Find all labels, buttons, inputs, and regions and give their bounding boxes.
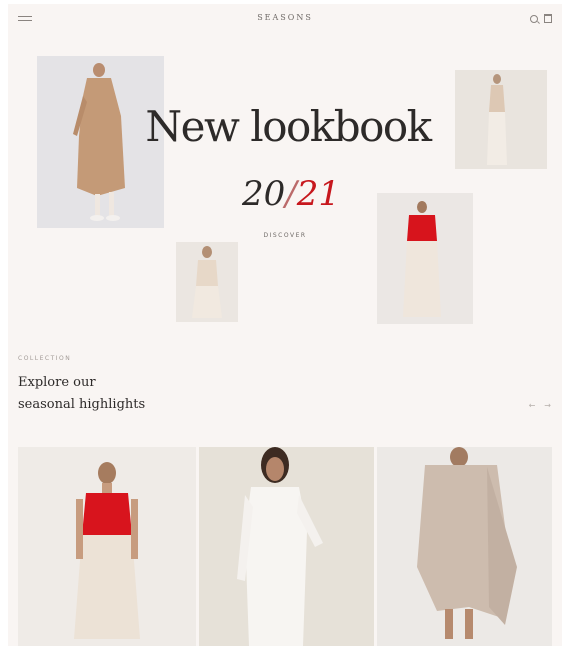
product-card-red-top[interactable] [18, 447, 196, 646]
section-eyebrow: Collection [18, 355, 72, 362]
slider-prev-button[interactable]: ← [529, 401, 537, 410]
slider-nav: ← → [529, 401, 552, 410]
search-icon[interactable] [530, 14, 538, 23]
hero-photo-red-top[interactable] [377, 193, 473, 324]
shopping-bag-icon[interactable] [544, 14, 552, 23]
page: SEASONS New lookbook 20/21 DISCOVER COLL… [8, 4, 562, 646]
top-bar: SEASONS [8, 4, 562, 34]
hero-year: 20/21 [226, 174, 356, 214]
product-card-white-dress[interactable] [199, 447, 374, 646]
hero-year-slash: / [285, 174, 297, 214]
hero-photo-cream-outfit[interactable] [455, 70, 547, 169]
highlight-cards [18, 447, 552, 646]
section-title-line-1: Explore our [18, 375, 96, 390]
hero-photo-neutral-set[interactable] [176, 242, 238, 322]
product-card-knit-cardigan[interactable] [377, 447, 552, 646]
hero-year-start: 20 [242, 174, 286, 214]
slider-next-button[interactable]: → [544, 401, 552, 410]
section-title-line-2: seasonal highlights [18, 397, 146, 412]
header-actions [530, 14, 552, 23]
hero-title: New lookbook [145, 102, 432, 151]
hero-year-end: 21 [296, 174, 340, 214]
brand-logo[interactable]: SEASONS [8, 13, 562, 22]
section-title: Explore our seasonal highlights [18, 372, 218, 416]
discover-link[interactable]: Discover [238, 232, 332, 239]
